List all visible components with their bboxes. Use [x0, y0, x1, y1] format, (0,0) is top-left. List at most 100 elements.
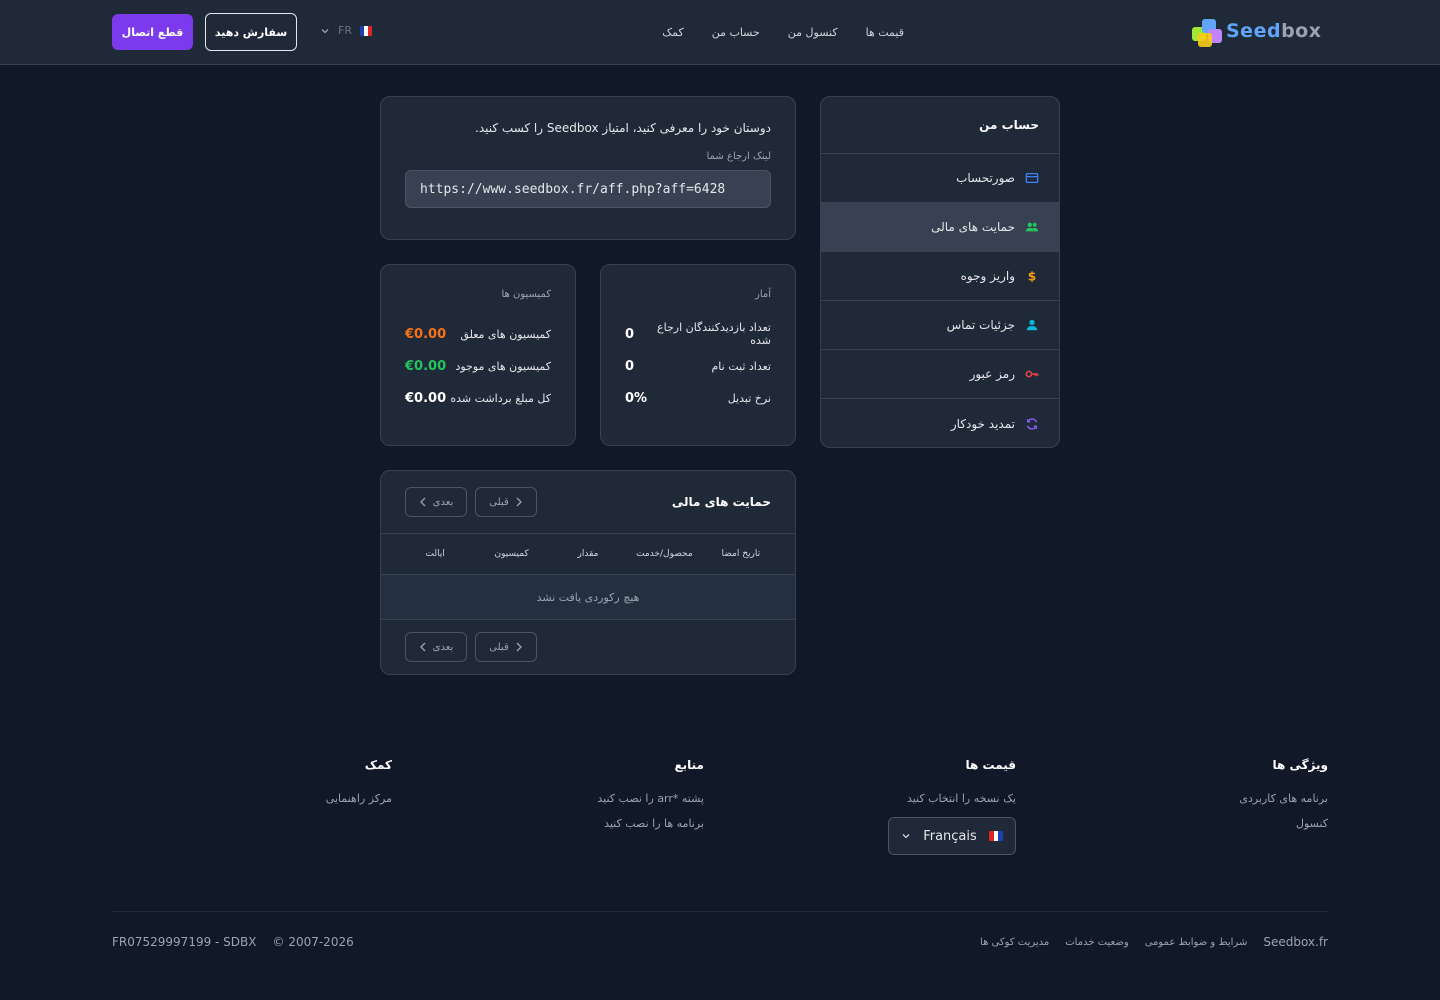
column-header[interactable]: تاریخ امضا — [703, 549, 779, 559]
svg-text:$: $ — [1028, 269, 1037, 283]
sidebar-item-auto-renew[interactable]: تمدید خودکار — [821, 399, 1059, 447]
chevron-right-icon — [516, 642, 522, 652]
stat-row: تعداد بازدیدکنندگان ارجاع شده 0 — [625, 318, 771, 350]
sidebar-item-contact-details[interactable]: جزئیات تماس — [821, 301, 1059, 350]
sidebar-item-label: جزئیات تماس — [946, 318, 1015, 332]
chevron-down-icon — [321, 28, 329, 33]
footer-link[interactable]: مرکز راهنمایی — [192, 792, 392, 805]
pagination-bottom: قبلی بعدی — [381, 620, 795, 674]
stat-label: نرخ تبدیل — [727, 391, 771, 405]
nav-my-account[interactable]: حساب من — [712, 26, 760, 39]
footer-copyright: FR07529997199 - SDBX © 2007-2026 — [112, 935, 354, 949]
footer-language-label: Français — [923, 828, 977, 844]
pagination-top: قبلی بعدی — [405, 487, 537, 517]
prev-label: قبلی — [489, 496, 509, 508]
sidebar-item-label: رمز عبور — [969, 367, 1015, 381]
empty-table-message: هیچ رکوردی یافت نشد — [381, 575, 795, 620]
logout-button[interactable]: قطع اتصال — [112, 14, 193, 50]
stat-value: 0% — [625, 390, 648, 406]
footer-column-title: ویژگی ها — [1272, 758, 1328, 772]
column-header[interactable]: ایالت — [397, 549, 473, 559]
commission-value: €0.00 — [405, 358, 447, 374]
next-page-button[interactable]: بعدی — [405, 487, 467, 517]
language-switcher[interactable]: FR — [320, 24, 372, 37]
stat-label: تعداد بازدیدکنندگان ارجاع شده — [657, 321, 771, 347]
account-sidebar: حساب من صورتحساب حمایت های مالی $ واریز … — [820, 96, 1060, 448]
prev-label: قبلی — [489, 641, 509, 653]
sidebar-item-password[interactable]: رمز عبور — [821, 350, 1059, 399]
chevron-left-icon — [419, 497, 426, 507]
footer-column-title: کمک — [364, 758, 392, 772]
main-nav: قیمت ها کنسول من حساب من کمک — [662, 0, 904, 64]
commission-label: کمیسیون های معلق — [460, 327, 551, 341]
refresh-icon — [1026, 417, 1038, 430]
logo-cube-icon — [1192, 15, 1224, 47]
company-id: FR07529997199 - SDBX — [112, 935, 257, 949]
pager-buttons: قبلی بعدی — [405, 632, 537, 662]
order-button[interactable]: سفارش دهید — [205, 13, 297, 51]
dollar-icon: $ — [1028, 269, 1037, 283]
seedbox-logo[interactable]: Seedbox — [1192, 15, 1322, 47]
france-flag-icon — [359, 25, 372, 36]
chevron-left-icon — [419, 642, 426, 652]
key-icon — [1025, 370, 1039, 378]
footer-link[interactable]: یک نسخه را انتخاب کنید — [816, 792, 1016, 805]
footer-column-resources: منابع پشته *arr را نصب کنید برنامه ها را… — [504, 758, 704, 842]
stat-value: 0 — [625, 358, 635, 374]
column-header[interactable]: محصول/خدمت — [626, 549, 702, 559]
footer-brand-link[interactable]: Seedbox.fr — [1263, 935, 1328, 949]
footer-column-help: کمک مرکز راهنمایی — [192, 758, 392, 817]
stats-card: آمار تعداد بازدیدکنندگان ارجاع شده 0 تعد… — [600, 264, 796, 446]
commission-label: کمیسیون های موجود — [455, 359, 551, 373]
column-header[interactable]: مقدار — [550, 549, 626, 559]
sidebar-item-add-funds[interactable]: $ واریز وجوه — [821, 252, 1059, 301]
footer-divider — [112, 911, 1328, 912]
column-header[interactable]: کمیسیون — [473, 549, 549, 559]
footer-link[interactable]: برنامه های کاربردی — [1128, 792, 1328, 805]
stat-row: تعداد ثبت نام 0 — [625, 350, 771, 382]
stat-value: 0 — [625, 326, 635, 342]
next-page-button[interactable]: بعدی — [405, 632, 467, 662]
top-header: Seedbox قیمت ها کنسول من حساب من کمک FR … — [0, 0, 1440, 65]
footer-column-features: ویژگی ها برنامه های کاربردی کنسول — [1128, 758, 1328, 842]
user-icon — [1026, 319, 1038, 331]
affiliates-table-card: حمایت های مالی قبلی بعدی تاریخ امضا محصو… — [380, 470, 796, 675]
prev-page-button[interactable]: قبلی — [475, 487, 537, 517]
sidebar-item-label: صورتحساب — [956, 171, 1015, 185]
referral-link-input[interactable] — [405, 170, 771, 208]
stat-label: تعداد ثبت نام — [711, 359, 772, 373]
footer-legal-links: Seedbox.fr شرایط و ضوابط عمومی وضعیت خدم… — [980, 935, 1328, 949]
sidebar-item-label: واریز وجوه — [960, 269, 1015, 283]
language-code: FR — [338, 24, 352, 37]
commission-value: €0.00 — [405, 390, 447, 406]
nav-my-console[interactable]: کنسول من — [788, 26, 838, 39]
commission-row: کل مبلغ برداشت شده €0.00 — [405, 382, 551, 414]
footer-column-pricing: قیمت ها یک نسخه را انتخاب کنید Français — [816, 758, 1016, 855]
commission-label: کل مبلغ برداشت شده — [450, 391, 551, 405]
footer-cookies-link[interactable]: مدیریت کوکی ها — [980, 937, 1049, 948]
prev-page-button[interactable]: قبلی — [475, 632, 537, 662]
sidebar-item-affiliates[interactable]: حمایت های مالی — [821, 203, 1059, 252]
nav-pricing[interactable]: قیمت ها — [866, 26, 904, 39]
commission-row: کمیسیون های موجود €0.00 — [405, 350, 551, 382]
referral-card: دوستان خود را معرفی کنید، امتیاز Seedbox… — [380, 96, 796, 240]
footer-link[interactable]: برنامه ها را نصب کنید — [504, 817, 704, 830]
next-label: بعدی — [432, 496, 454, 508]
affiliates-header: حمایت های مالی قبلی بعدی — [381, 471, 795, 534]
footer-terms-link[interactable]: شرایط و ضوابط عمومی — [1145, 937, 1248, 948]
users-icon — [1025, 222, 1039, 232]
footer-column-title: منابع — [674, 758, 704, 772]
footer-link[interactable]: پشته *arr را نصب کنید — [504, 792, 704, 805]
commissions-card: کمیسیون ها کمیسیون های معلق €0.00 کمیسیو… — [380, 264, 576, 446]
footer-language-select[interactable]: Français — [888, 817, 1016, 855]
logo-text: Seedbox — [1226, 20, 1322, 42]
affiliates-title: حمایت های مالی — [671, 495, 771, 509]
stats-title: آمار — [754, 289, 771, 300]
nav-help[interactable]: کمک — [662, 26, 683, 39]
footer-link[interactable]: کنسول — [1128, 817, 1328, 830]
footer-status-link[interactable]: وضعیت خدمات — [1065, 937, 1128, 948]
referral-intro: دوستان خود را معرفی کنید، امتیاز Seedbox… — [475, 121, 771, 135]
commission-value: €0.00 — [405, 326, 447, 342]
sidebar-item-invoices[interactable]: صورتحساب — [821, 154, 1059, 203]
referral-link-label: لینک ارجاع شما — [706, 151, 771, 162]
